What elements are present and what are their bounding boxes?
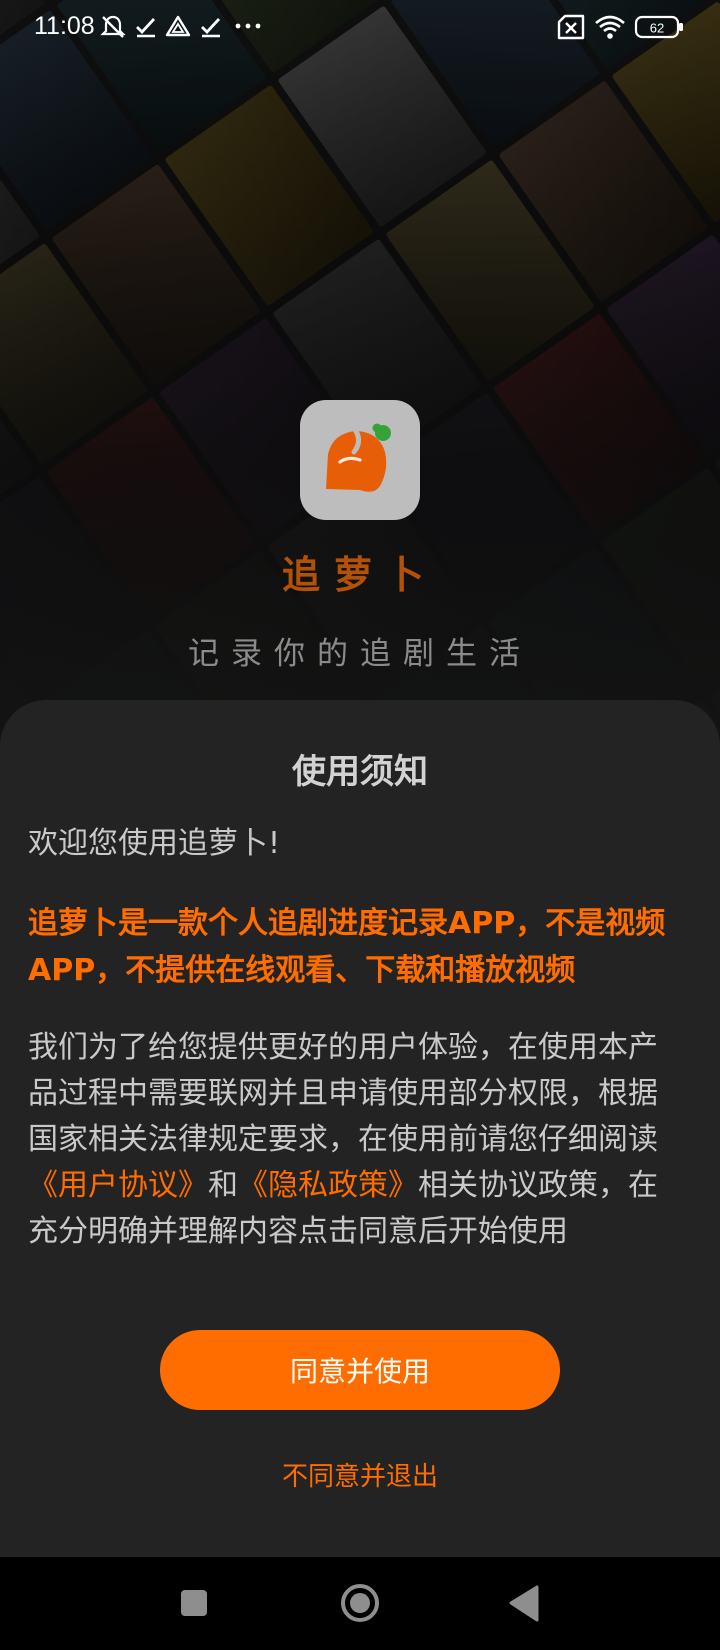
status-bar: 11:08 62 bbox=[0, 0, 720, 54]
app-slogan: 记录你的追剧生活 bbox=[188, 636, 532, 672]
warning-text: 追萝卜是一款个人追剧进度记录APP，不是视频APP，不提供在线观看、下载和播放视… bbox=[28, 906, 666, 988]
status-time: 11:08 bbox=[34, 12, 95, 40]
app-name: 追萝卜 bbox=[281, 553, 438, 597]
privacy-policy-link[interactable]: 《隐私政策》 bbox=[238, 1168, 418, 1203]
body-text-part1: 我们为了给您提供更好的用户体验，在使用本产品过程中需要联网并且申请使用部分权限，… bbox=[28, 1030, 658, 1157]
disagree-exit-button[interactable]: 不同意并退出 bbox=[0, 1456, 720, 1493]
home-button[interactable] bbox=[300, 1557, 420, 1650]
triangle-back-icon bbox=[509, 1585, 539, 1622]
welcome-text: 欢迎您使用追萝卜! bbox=[28, 826, 281, 861]
dialog-title: 使用须知 bbox=[292, 752, 428, 792]
user-agreement-link[interactable]: 《用户协议》 bbox=[28, 1168, 208, 1203]
agree-button[interactable]: 同意并使用 bbox=[160, 1330, 560, 1410]
square-recents-icon bbox=[181, 1590, 207, 1616]
wifi-icon bbox=[595, 15, 625, 39]
more-dots-icon bbox=[235, 23, 261, 29]
check-icon bbox=[136, 18, 156, 38]
check-icon bbox=[201, 18, 221, 38]
warning-triangle-icon bbox=[165, 15, 191, 37]
recents-button[interactable] bbox=[134, 1557, 254, 1650]
battery-icon: 62 bbox=[634, 15, 683, 39]
no-sim-icon bbox=[557, 14, 585, 40]
notifications-muted-icon bbox=[100, 15, 126, 38]
screen: 11:08 62 追萝卜 记录你的追剧生活 使用须知 欢迎您使用追萝卜! 追萝卜… bbox=[0, 0, 720, 1650]
back-button[interactable] bbox=[466, 1557, 586, 1650]
battery-level: 62 bbox=[650, 21, 664, 36]
body-text-and: 和 bbox=[208, 1168, 238, 1203]
circle-home-icon bbox=[341, 1584, 379, 1622]
app-logo bbox=[300, 400, 420, 520]
carrot-logo-icon bbox=[326, 423, 391, 492]
dialog-body: 我们为了给您提供更好的用户体验，在使用本产品过程中需要联网并且申请使用部分权限，… bbox=[28, 1025, 676, 1255]
navigation-bar bbox=[0, 1557, 720, 1650]
terms-dialog: 使用须知 欢迎您使用追萝卜! 追萝卜是一款个人追剧进度记录APP，不是视频APP… bbox=[0, 700, 720, 1557]
